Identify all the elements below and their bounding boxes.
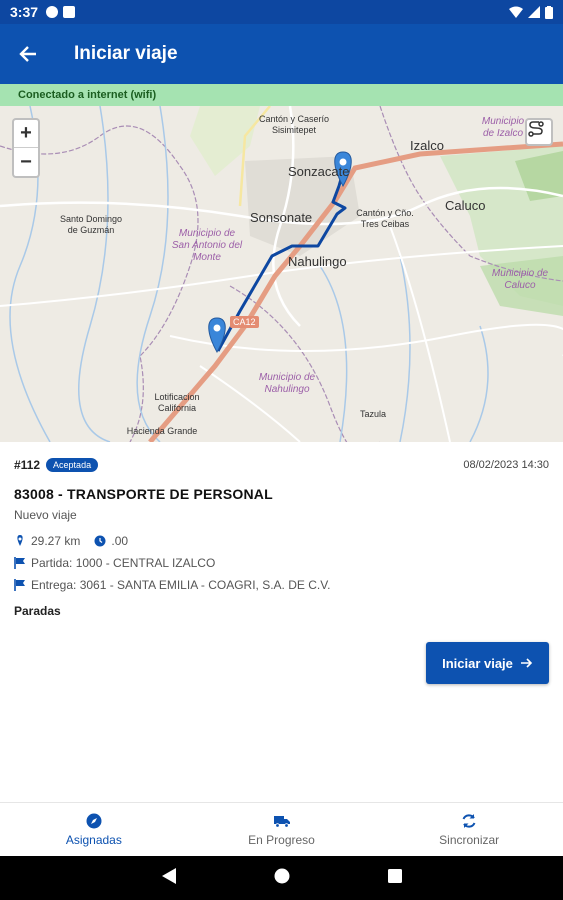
- map-label-izalco: Izalco: [410, 138, 444, 153]
- back-button[interactable]: [0, 26, 56, 82]
- arrow-left-icon: [19, 46, 36, 62]
- location-pin-icon: [17, 535, 23, 546]
- system-home-button[interactable]: [274, 868, 290, 889]
- flag-icon: [14, 557, 25, 569]
- trip-distance: 29.27 km: [31, 534, 81, 548]
- map-label-sonzacate: Sonzacate: [288, 164, 350, 179]
- compass-icon: [86, 813, 102, 828]
- triangle-back-icon: [161, 867, 176, 884]
- trip-number: #112: [14, 458, 41, 472]
- trip-header: #112 Aceptada 08/02/2023 14:30: [14, 458, 549, 472]
- route-icon: [528, 121, 544, 137]
- trip-origin-row: Partida: 1000 - CENTRAL IZALCO: [14, 556, 215, 570]
- status-badge: Aceptada: [46, 458, 99, 472]
- map-label-municipio-san-antonio: Municipio de San Antonio del Monte: [171, 228, 243, 263]
- trip-card: #112 Aceptada 08/02/2023 14:30 83008 - T…: [0, 442, 563, 802]
- nav-label-en-progreso: En Progreso: [248, 832, 315, 847]
- nav-asignadas[interactable]: Asignadas: [0, 803, 188, 856]
- status-bar: 3:37: [0, 0, 563, 24]
- map-label-canton-tres-ceibas: Cantón y Cño. Tres Ceibas: [356, 208, 414, 229]
- bottom-navigation: Asignadas En Progreso Sincronizar: [0, 802, 563, 856]
- map-label-lotificacion: Lotificacion California: [154, 392, 200, 413]
- flag-icon: [14, 579, 25, 591]
- zoom-controls: + −: [12, 118, 40, 178]
- map-label-municipio-izalco: Municipio de Izalco: [481, 116, 525, 139]
- battery-icon: [545, 5, 553, 19]
- page-title: Iniciar viaje: [74, 43, 178, 64]
- square-recents-icon: [387, 868, 402, 883]
- map-label-nahulingo: Nahulingo: [288, 254, 347, 269]
- app-bar: Iniciar viaje: [0, 24, 563, 84]
- start-trip-label: Iniciar viaje: [442, 655, 513, 671]
- trip-datetime: 08/02/2023 14:30: [463, 459, 549, 471]
- status-right-icons: [509, 5, 553, 19]
- map-label-santo-domingo: Santo Domingo de Guzmán: [59, 214, 123, 235]
- route-toggle-button[interactable]: [525, 118, 553, 146]
- trip-duration: .00: [111, 534, 129, 548]
- trip-destination-row: Entrega: 3061 - SANTA EMILIA - COAGRI, S…: [14, 578, 330, 592]
- road-shield: CA12: [230, 316, 259, 328]
- nav-sincronizar[interactable]: Sincronizar: [375, 803, 563, 856]
- start-trip-button[interactable]: Iniciar viaje: [426, 642, 549, 684]
- nav-en-progreso[interactable]: En Progreso: [188, 803, 376, 856]
- map-label-hacienda-grande: Hacienda Grande: [126, 426, 198, 436]
- map-label-sonsonate: Sonsonate: [250, 210, 313, 225]
- route-map[interactable]: + − Cantón y Caserío Sisimitepet Sonzaca…: [0, 106, 563, 442]
- signal-icon: [528, 6, 540, 18]
- nav-label-sincronizar: Sincronizar: [439, 832, 500, 847]
- trip-name: 83008 - TRANSPORTE DE PERSONAL: [14, 486, 273, 502]
- trip-subtitle: Nuevo viaje: [14, 508, 77, 522]
- map-label-tazula: Tazula: [360, 409, 387, 419]
- map-label-canton-casemo: Cantón y Caserío Sisimitepet: [258, 114, 330, 135]
- trip-destination: Entrega: 3061 - SANTA EMILIA - COAGRI, S…: [31, 578, 331, 592]
- sim-icon: [63, 6, 76, 18]
- clock-icon: [94, 535, 106, 547]
- notification-icon: [46, 6, 59, 18]
- stops-heading: Paradas: [14, 604, 61, 618]
- zoom-out-button[interactable]: −: [14, 148, 38, 176]
- status-time: 3:37: [10, 4, 39, 20]
- nav-label-asignadas: Asignadas: [65, 832, 122, 847]
- trip-origin: Partida: 1000 - CENTRAL IZALCO: [31, 556, 216, 570]
- system-recents-button[interactable]: [387, 868, 402, 888]
- trip-metrics: 29.27 km .00: [14, 534, 128, 548]
- sync-icon: [462, 813, 476, 828]
- truck-icon: [273, 815, 290, 828]
- circle-home-icon: [274, 868, 289, 883]
- zoom-in-button[interactable]: +: [14, 120, 38, 148]
- arrow-right-icon: [520, 658, 533, 668]
- wifi-icon: [509, 6, 523, 18]
- map-label-municipio-nahulingo: Municipio de Nahulingo: [258, 372, 316, 395]
- connection-banner: Conectado a internet (wifi): [0, 84, 563, 106]
- system-back-button[interactable]: [161, 867, 176, 889]
- map-label-municipio-caluco: Municipio de Caluco: [491, 268, 549, 291]
- map-label-caluco: Caluco: [445, 198, 486, 213]
- system-navigation-bar: [0, 856, 563, 900]
